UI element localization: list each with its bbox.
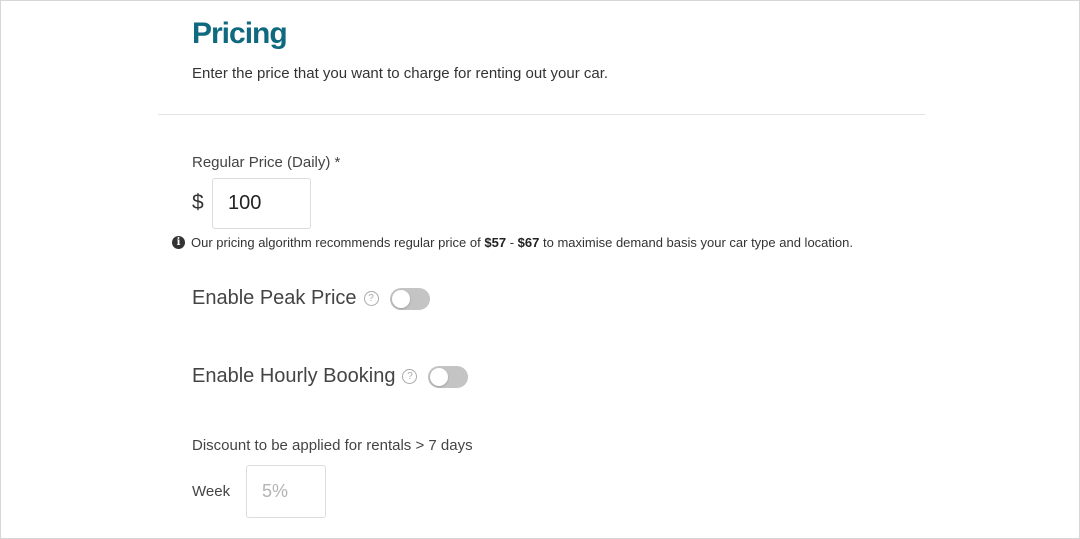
hourly-booking-row: Enable Hourly Booking ?: [192, 365, 469, 388]
toggle-knob: [430, 367, 449, 386]
hourly-booking-label: Enable Hourly Booking: [192, 365, 396, 387]
toggle-knob: [391, 289, 410, 308]
page-title: Pricing: [192, 17, 288, 50]
price-recommendation: i Our pricing algorithm recommends regul…: [172, 235, 853, 250]
recommendation-low: $57: [484, 235, 507, 250]
recommendation-suffix: to maximise demand basis your car type a…: [542, 235, 853, 250]
recommendation-high: $67: [517, 235, 540, 250]
recommendation-separator: -: [509, 235, 515, 250]
pricing-panel: Pricing Enter the price that you want to…: [0, 0, 1080, 539]
discount-label: Discount to be applied for rentals > 7 d…: [192, 437, 473, 454]
regular-price-input[interactable]: [212, 178, 311, 229]
peak-price-toggle[interactable]: [389, 287, 430, 310]
regular-price-label: Regular Price (Daily) *: [192, 154, 341, 171]
currency-symbol: $: [192, 191, 204, 214]
week-discount-input[interactable]: [246, 465, 326, 518]
recommendation-prefix: Our pricing algorithm recommends regular…: [191, 235, 481, 250]
help-icon[interactable]: ?: [363, 291, 379, 306]
peak-price-label: Enable Peak Price: [192, 287, 357, 309]
week-label: Week: [192, 483, 231, 500]
info-icon: i: [172, 236, 185, 249]
hourly-booking-toggle[interactable]: [428, 365, 469, 388]
section-divider: [158, 114, 925, 115]
help-icon[interactable]: ?: [402, 369, 418, 384]
peak-price-row: Enable Peak Price ?: [192, 287, 430, 310]
page-subtitle: Enter the price that you want to charge …: [192, 65, 609, 82]
